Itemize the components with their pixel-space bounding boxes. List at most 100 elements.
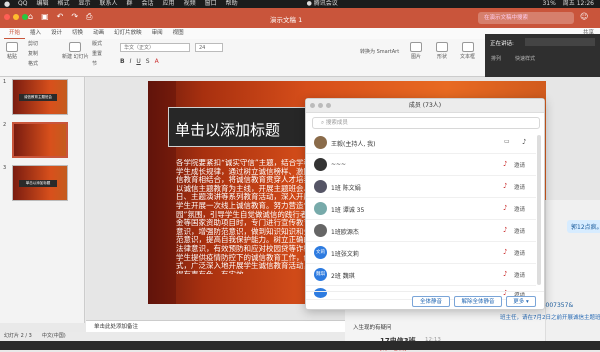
mic-muted-icon[interactable]: ♪: [503, 182, 507, 190]
menu-video[interactable]: 视频: [184, 0, 196, 8]
picture-button[interactable]: 图片: [410, 42, 422, 60]
tab-animations[interactable]: 动画: [88, 28, 109, 39]
menu-qq[interactable]: QQ: [18, 0, 27, 8]
invite-button[interactable]: 邀请: [514, 227, 525, 235]
member-list-footer: 全体静音 解除全体静音 更多 ▾: [306, 291, 544, 309]
invite-button[interactable]: 邀请: [514, 183, 525, 191]
mic-muted-icon[interactable]: ♪: [503, 204, 507, 212]
invite-button[interactable]: 邀请: [514, 249, 525, 257]
member-row[interactable]: 王毅(主持人, 我) ▭ ♪: [306, 132, 536, 154]
mic-muted-icon[interactable]: ♪: [503, 160, 507, 168]
member-row[interactable]: 文莉 1班张文莉 ♪ 邀请: [306, 242, 536, 264]
invite-button[interactable]: 邀请: [514, 271, 525, 279]
tab-insert[interactable]: 插入: [25, 28, 46, 39]
close-window-button[interactable]: [4, 14, 10, 20]
mute-all-button[interactable]: 全体静音: [412, 296, 450, 307]
mic-icon[interactable]: ♪: [522, 138, 526, 146]
print-icon[interactable]: ⎙: [86, 12, 92, 22]
menu-help[interactable]: 帮助: [226, 0, 238, 8]
tab-slideshow[interactable]: 幻灯片放映: [109, 28, 147, 39]
member-row[interactable]: 1班欧源杰 ♪ 邀请: [306, 220, 536, 242]
font-size-select[interactable]: 24: [195, 43, 223, 52]
more-button[interactable]: 更多 ▾: [506, 296, 536, 307]
avatar: [314, 202, 327, 215]
user-icon[interactable]: ☺: [580, 12, 588, 21]
avatar: [314, 136, 327, 149]
menu-contacts[interactable]: 联系人: [100, 0, 118, 8]
invite-button[interactable]: 邀请: [514, 205, 525, 213]
thumbnail-number: 3: [3, 165, 7, 171]
tab-view[interactable]: 视图: [168, 28, 189, 39]
member-name: 1班 谭诚 35: [331, 207, 365, 214]
apple-icon[interactable]: ●: [4, 0, 10, 8]
paste-button[interactable]: 粘贴: [6, 42, 18, 60]
arrange-button[interactable]: 排列: [491, 56, 501, 62]
tab-home[interactable]: 开始: [4, 28, 26, 39]
member-name: 1班张文莉: [331, 251, 359, 258]
font-color-button[interactable]: A: [155, 58, 159, 65]
mic-muted-icon[interactable]: ♪: [503, 270, 507, 278]
menu-window[interactable]: 窗口: [205, 0, 217, 8]
tab-review[interactable]: 审阅: [147, 28, 168, 39]
slide-thumbnail-2[interactable]: [12, 122, 68, 158]
close-dialog-button[interactable]: [310, 103, 315, 108]
menu-format[interactable]: 格式: [57, 0, 69, 8]
member-list-header: 成员 (73人): [306, 99, 544, 113]
member-list-scrollbar[interactable]: [537, 135, 541, 285]
menu-group[interactable]: 群: [127, 0, 133, 8]
slide-thumbnail-3[interactable]: 单击以添加标题: [12, 165, 68, 201]
reset-button[interactable]: 重置: [92, 51, 102, 57]
copy-button[interactable]: 复制: [28, 51, 38, 57]
menu-view[interactable]: 显示: [78, 0, 90, 8]
member-list-title: 成员 (73人): [408, 102, 442, 109]
smartart-button[interactable]: 转换为 SmartArt: [360, 49, 399, 55]
layout-button[interactable]: 版式: [92, 41, 102, 47]
menu-app[interactable]: 应用: [163, 0, 175, 8]
tab-transitions[interactable]: 切换: [67, 28, 88, 39]
mic-muted-icon[interactable]: ♪: [503, 248, 507, 256]
shape-icon: [436, 42, 448, 52]
bold-button[interactable]: B: [120, 58, 125, 65]
save-icon[interactable]: ▣: [41, 12, 49, 22]
member-name: 2班 魏琪: [331, 273, 355, 280]
menu-session[interactable]: 会话: [142, 0, 154, 8]
notes-pane[interactable]: 单击此处添加备注: [86, 320, 386, 332]
redo-icon[interactable]: ↷: [71, 12, 78, 22]
undo-icon[interactable]: ↶: [57, 12, 64, 22]
slide-thumbnail-1[interactable]: 诚信教育主题班会: [12, 79, 68, 115]
speaker-name: [525, 38, 595, 46]
video-icon[interactable]: ▭: [504, 138, 510, 145]
minimize-dialog-button[interactable]: [318, 103, 323, 108]
quick-style-button[interactable]: 快速样式: [515, 56, 535, 62]
strikethrough-button[interactable]: S: [146, 58, 150, 65]
avatar: [314, 224, 327, 237]
section-button[interactable]: 节: [92, 61, 97, 67]
format-painter-button[interactable]: 格式: [28, 61, 38, 67]
title-placeholder[interactable]: 单击以添加标题: [168, 107, 318, 147]
minimize-window-button[interactable]: [13, 14, 19, 20]
member-row[interactable]: 1班 陈文娟 ♪ 邀请: [306, 176, 536, 198]
member-row[interactable]: 1班 谭诚 35 ♪ 邀请: [306, 198, 536, 220]
zoom-dialog-button[interactable]: [326, 103, 331, 108]
menu-edit[interactable]: 编辑: [36, 0, 48, 8]
underline-button[interactable]: U: [136, 58, 140, 65]
new-slide-button[interactable]: 新建 幻灯片: [62, 42, 89, 60]
member-search-input[interactable]: ⌕ 搜索成员: [312, 117, 540, 129]
italic-button[interactable]: I: [130, 58, 132, 65]
invite-button[interactable]: 邀请: [514, 161, 525, 169]
textbox-button[interactable]: 文本框: [460, 42, 475, 60]
mic-muted-icon[interactable]: ♪: [503, 226, 507, 234]
font-family-select[interactable]: 华文（正文）: [120, 43, 190, 52]
document-search-input[interactable]: 在演示文稿中搜索: [478, 12, 574, 24]
home-icon[interactable]: ⌂: [28, 12, 33, 22]
member-row[interactable]: 魏琪 2班 魏琪 ♪ 邀请: [306, 264, 536, 286]
shape-button[interactable]: 形状: [436, 42, 448, 60]
language-indicator[interactable]: 中文(中国): [42, 332, 66, 341]
unmute-all-button[interactable]: 解除全体静音: [454, 296, 502, 307]
meeting-indicator[interactable]: ● 腾讯会议: [307, 0, 338, 8]
member-row[interactable]: ~~~ ♪ 邀请: [306, 154, 536, 176]
avatar: 魏琪: [314, 268, 327, 281]
tab-design[interactable]: 设计: [46, 28, 67, 39]
clock: 周五 12:26: [562, 0, 594, 7]
cut-button[interactable]: 剪切: [28, 41, 38, 47]
